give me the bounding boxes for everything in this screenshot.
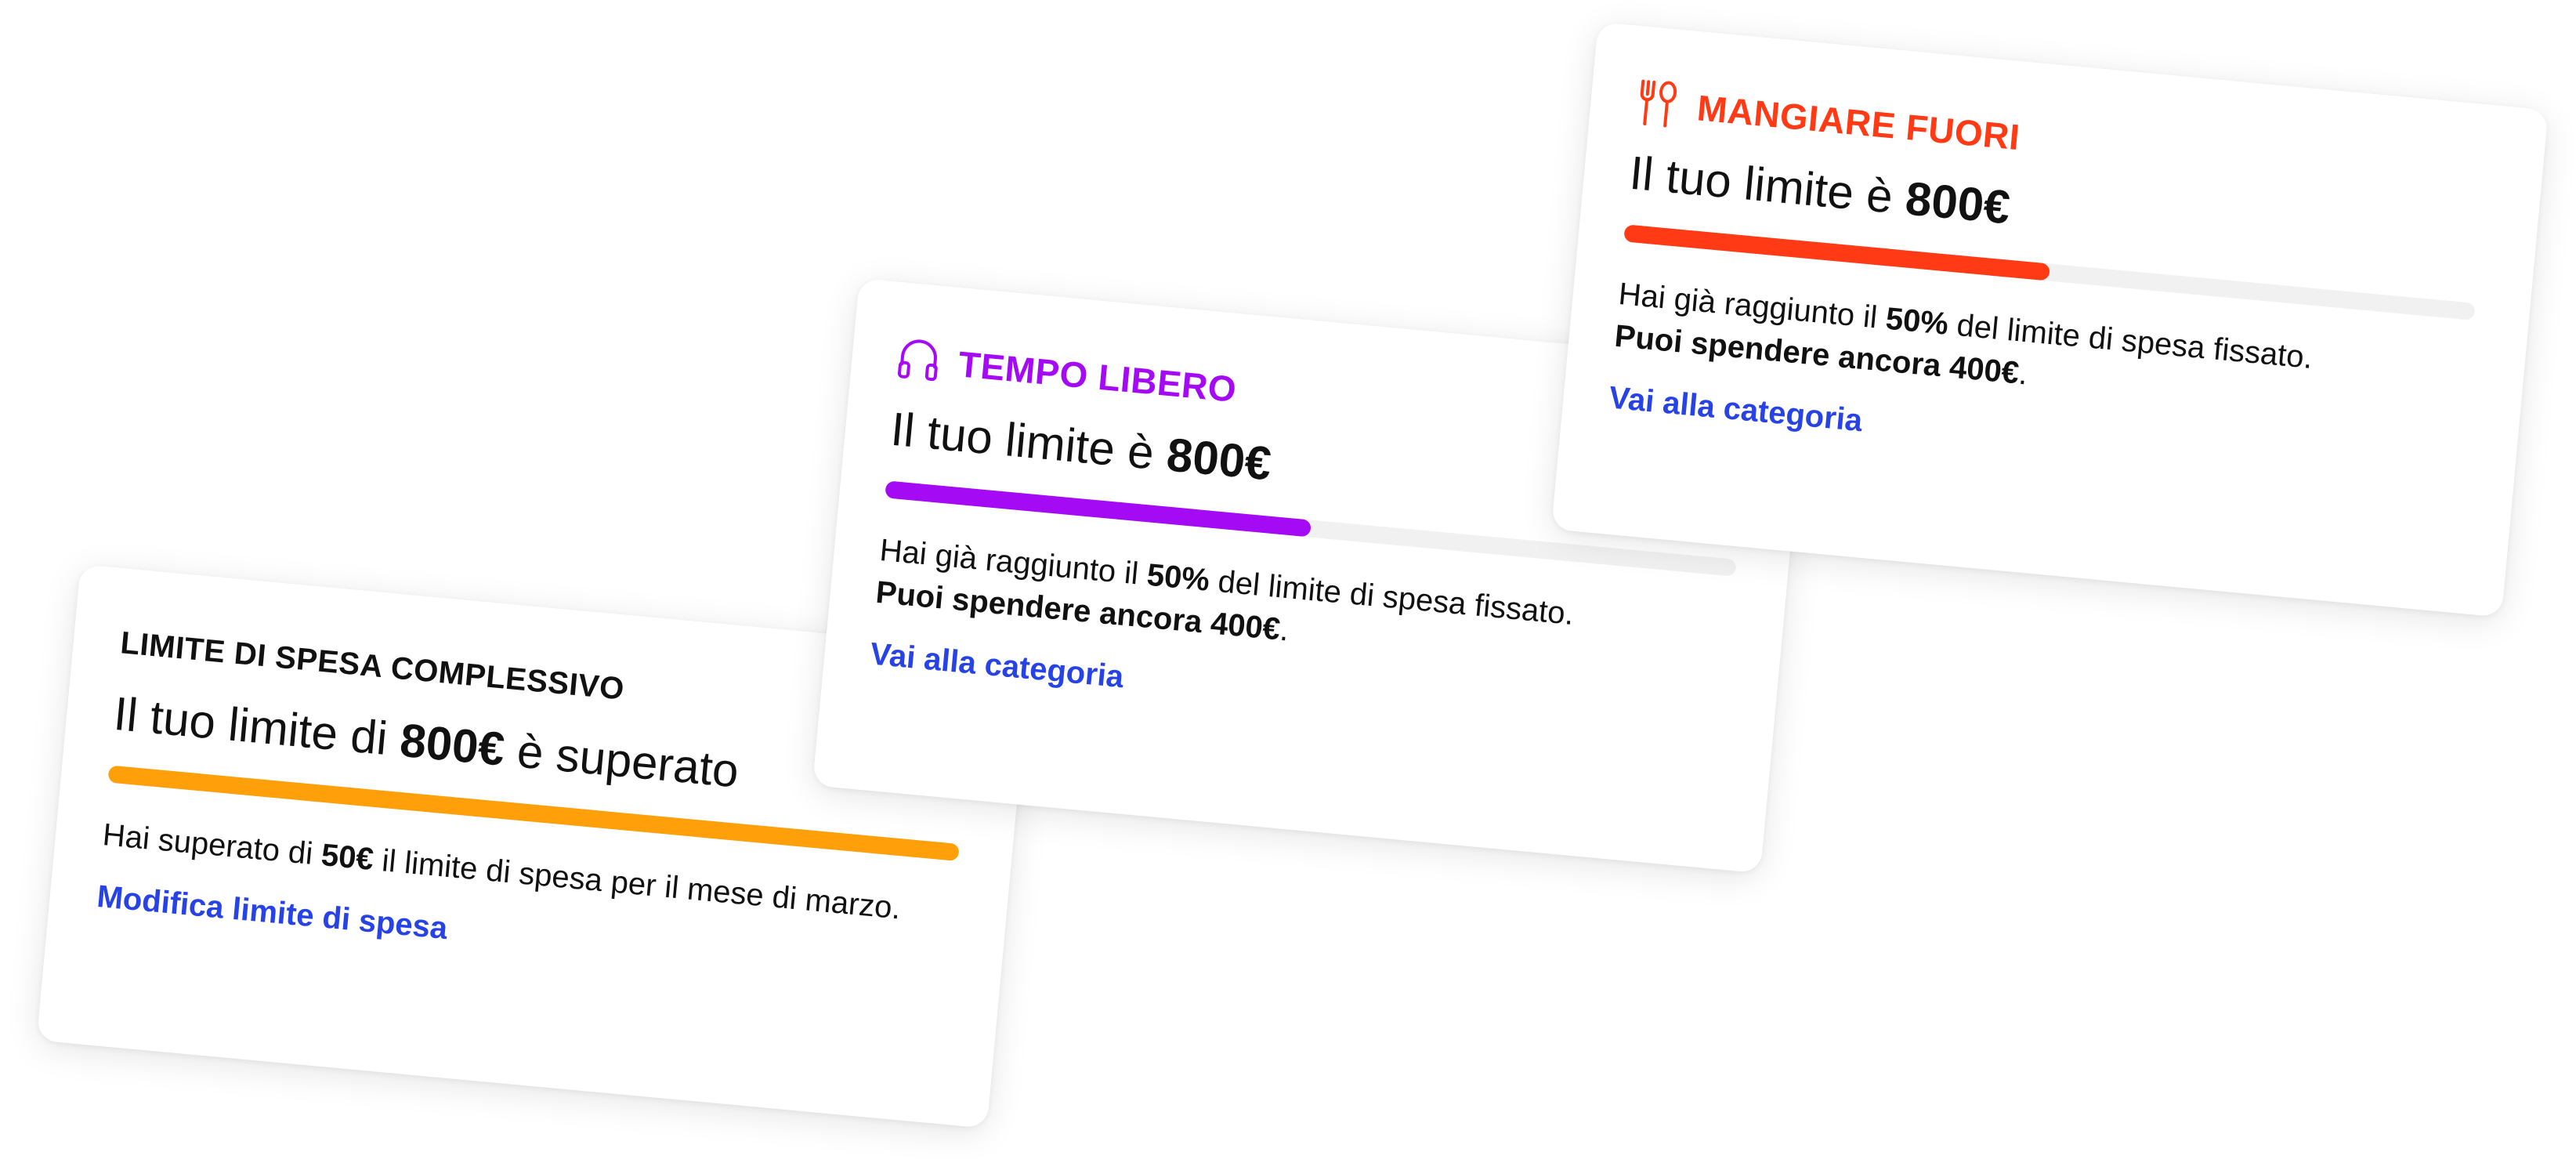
desc-text: Hai superato di	[101, 817, 324, 872]
go-to-category-link[interactable]: Vai alla categoria	[1608, 380, 1864, 439]
desc-text: il limite di spesa per il mese di marzo.	[371, 842, 903, 926]
card-title: TEMPO LIBERO	[957, 343, 1239, 410]
limit-prefix: Il tuo limite è	[888, 402, 1170, 481]
headphones-icon	[895, 334, 942, 386]
desc-bold-amount: 50€	[320, 838, 375, 878]
card-title: MANGIARE FUORI	[1695, 87, 2022, 158]
desc-bold-percent: 50%	[1145, 557, 1211, 598]
limit-prefix: Il tuo limite di	[111, 686, 403, 766]
budget-cards-stage: LIMITE DI SPESA COMPLESSIVO Il tuo limit…	[0, 0, 2576, 1159]
limit-amount: 800€	[397, 713, 507, 776]
limit-prefix: Il tuo limite è	[1627, 146, 1908, 225]
limit-suffix: è superato	[501, 723, 741, 798]
dining-out-category-card: MANGIARE FUORI Il tuo limite è 800€ Hai …	[1550, 22, 2549, 618]
fork-spoon-icon	[1634, 78, 1681, 130]
limit-amount: 800€	[1903, 172, 2013, 234]
desc-bold-percent: 50%	[1883, 301, 1950, 342]
edit-limit-link[interactable]: Modifica limite di spesa	[96, 879, 449, 947]
go-to-category-link[interactable]: Vai alla categoria	[869, 636, 1125, 695]
limit-amount: 800€	[1164, 428, 1274, 491]
